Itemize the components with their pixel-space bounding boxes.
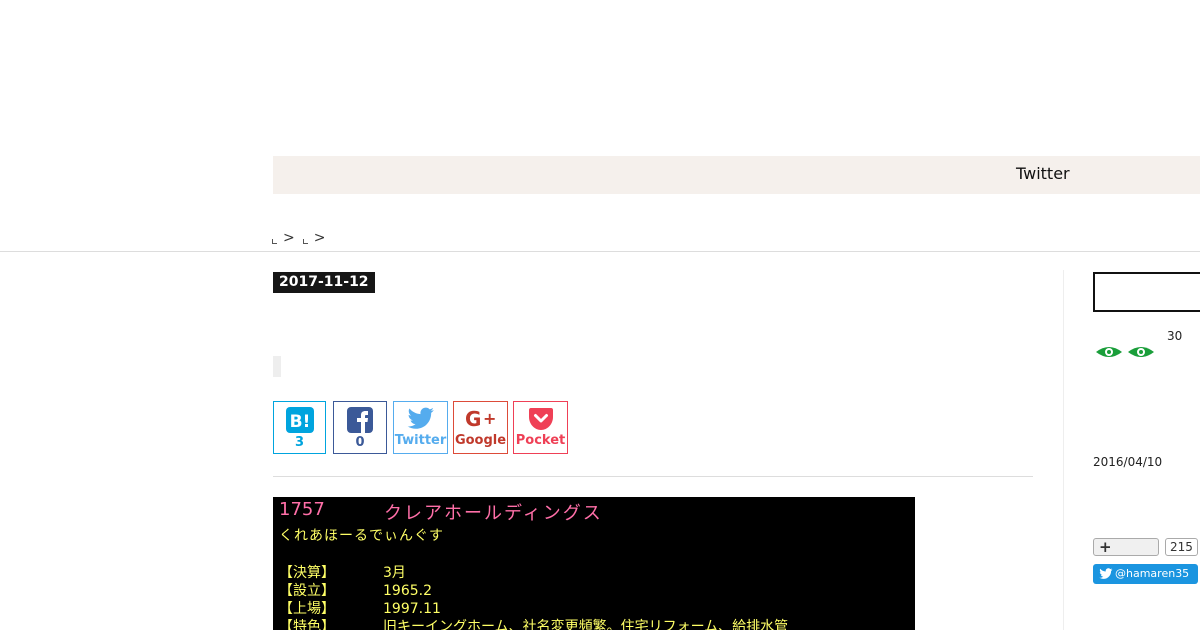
share-divider [273, 476, 1033, 477]
twitter-handle: @hamaren35 [1115, 567, 1190, 580]
info-key: 【設立】 [279, 583, 335, 599]
info-value: 1965.2 [383, 583, 432, 599]
twitter-follow-button[interactable]: @hamaren35 [1093, 564, 1198, 584]
svg-text:G: G [465, 407, 481, 431]
eyes-icon [1096, 347, 1154, 357]
hatena-bookmark-button[interactable]: B! 3 [273, 401, 326, 454]
breadcrumb-separator: > [283, 230, 295, 246]
facebook-share-button[interactable]: 0 [333, 401, 387, 454]
pocket-icon [528, 408, 553, 430]
info-value: 旧キーイングホーム、社名変更頻繁。住宅リフォーム、給排水管 [383, 619, 789, 630]
entry-category-chip[interactable] [273, 356, 281, 377]
twitter-share-button[interactable]: Twitter [393, 401, 448, 454]
twitter-share-label: Twitter [394, 433, 447, 448]
info-row-settlement: 【決算】 3月 [279, 562, 406, 582]
twitter-bird-icon [407, 407, 434, 429]
facebook-share-count: 0 [355, 435, 365, 450]
info-key: 【上場】 [279, 601, 335, 617]
pocket-label: Pocket [515, 433, 566, 448]
sidebar-search-input[interactable] [1093, 272, 1200, 312]
breadcrumb-category-link[interactable] [302, 239, 308, 244]
follower-count: 215 [1165, 538, 1198, 556]
sidebar-count: 30 [1167, 329, 1183, 343]
company-name: クレアホールディングス [384, 503, 603, 524]
stock-code: 1757 [279, 499, 325, 520]
hatena-bookmark-count: 3 [294, 435, 305, 450]
pocket-save-button[interactable]: Pocket [513, 401, 568, 454]
nav-twitter-link[interactable]: Twitter [1016, 164, 1070, 183]
info-key: 【決算】 [279, 565, 335, 581]
google-plus-label: Google [454, 433, 507, 448]
info-row-founded: 【設立】 1965.2 [279, 580, 432, 600]
twitter-bird-icon [1099, 568, 1113, 579]
svg-text:B!: B! [289, 412, 310, 432]
google-plus-icon: G + [465, 407, 496, 431]
svg-text:+: + [483, 409, 496, 428]
breadcrumb-separator: > [313, 230, 326, 246]
hatena-bookmark-icon: B! [285, 407, 314, 433]
header-divider [0, 251, 1200, 252]
facebook-icon [347, 407, 373, 433]
breadcrumb: > > [272, 230, 333, 246]
sidebar-date: 2016/04/10 [1093, 455, 1163, 469]
follow-button[interactable]: + [1093, 538, 1159, 556]
info-row-listed: 【上場】 1997.11 [279, 598, 441, 618]
info-value: 1997.11 [383, 601, 441, 617]
plus-icon: + [1099, 538, 1112, 556]
stock-info-image: 1757 クレアホールディングス くれあほーるでぃんぐす 【決算】 3月 【設立】… [273, 497, 915, 630]
info-key: 【特色】 [279, 619, 335, 630]
info-row-feature: 【特色】 旧キーイングホーム、社名変更頻繁。住宅リフォーム、給排水管 [279, 616, 788, 630]
company-reading: くれあほーるでぃんぐす [279, 528, 444, 544]
sidebar-divider [1063, 270, 1064, 630]
entry-date-badge[interactable]: 2017-11-12 [273, 272, 375, 293]
google-plus-share-button[interactable]: G + Google [453, 401, 508, 454]
info-value: 3月 [383, 565, 406, 581]
breadcrumb-home-link[interactable] [272, 239, 277, 244]
